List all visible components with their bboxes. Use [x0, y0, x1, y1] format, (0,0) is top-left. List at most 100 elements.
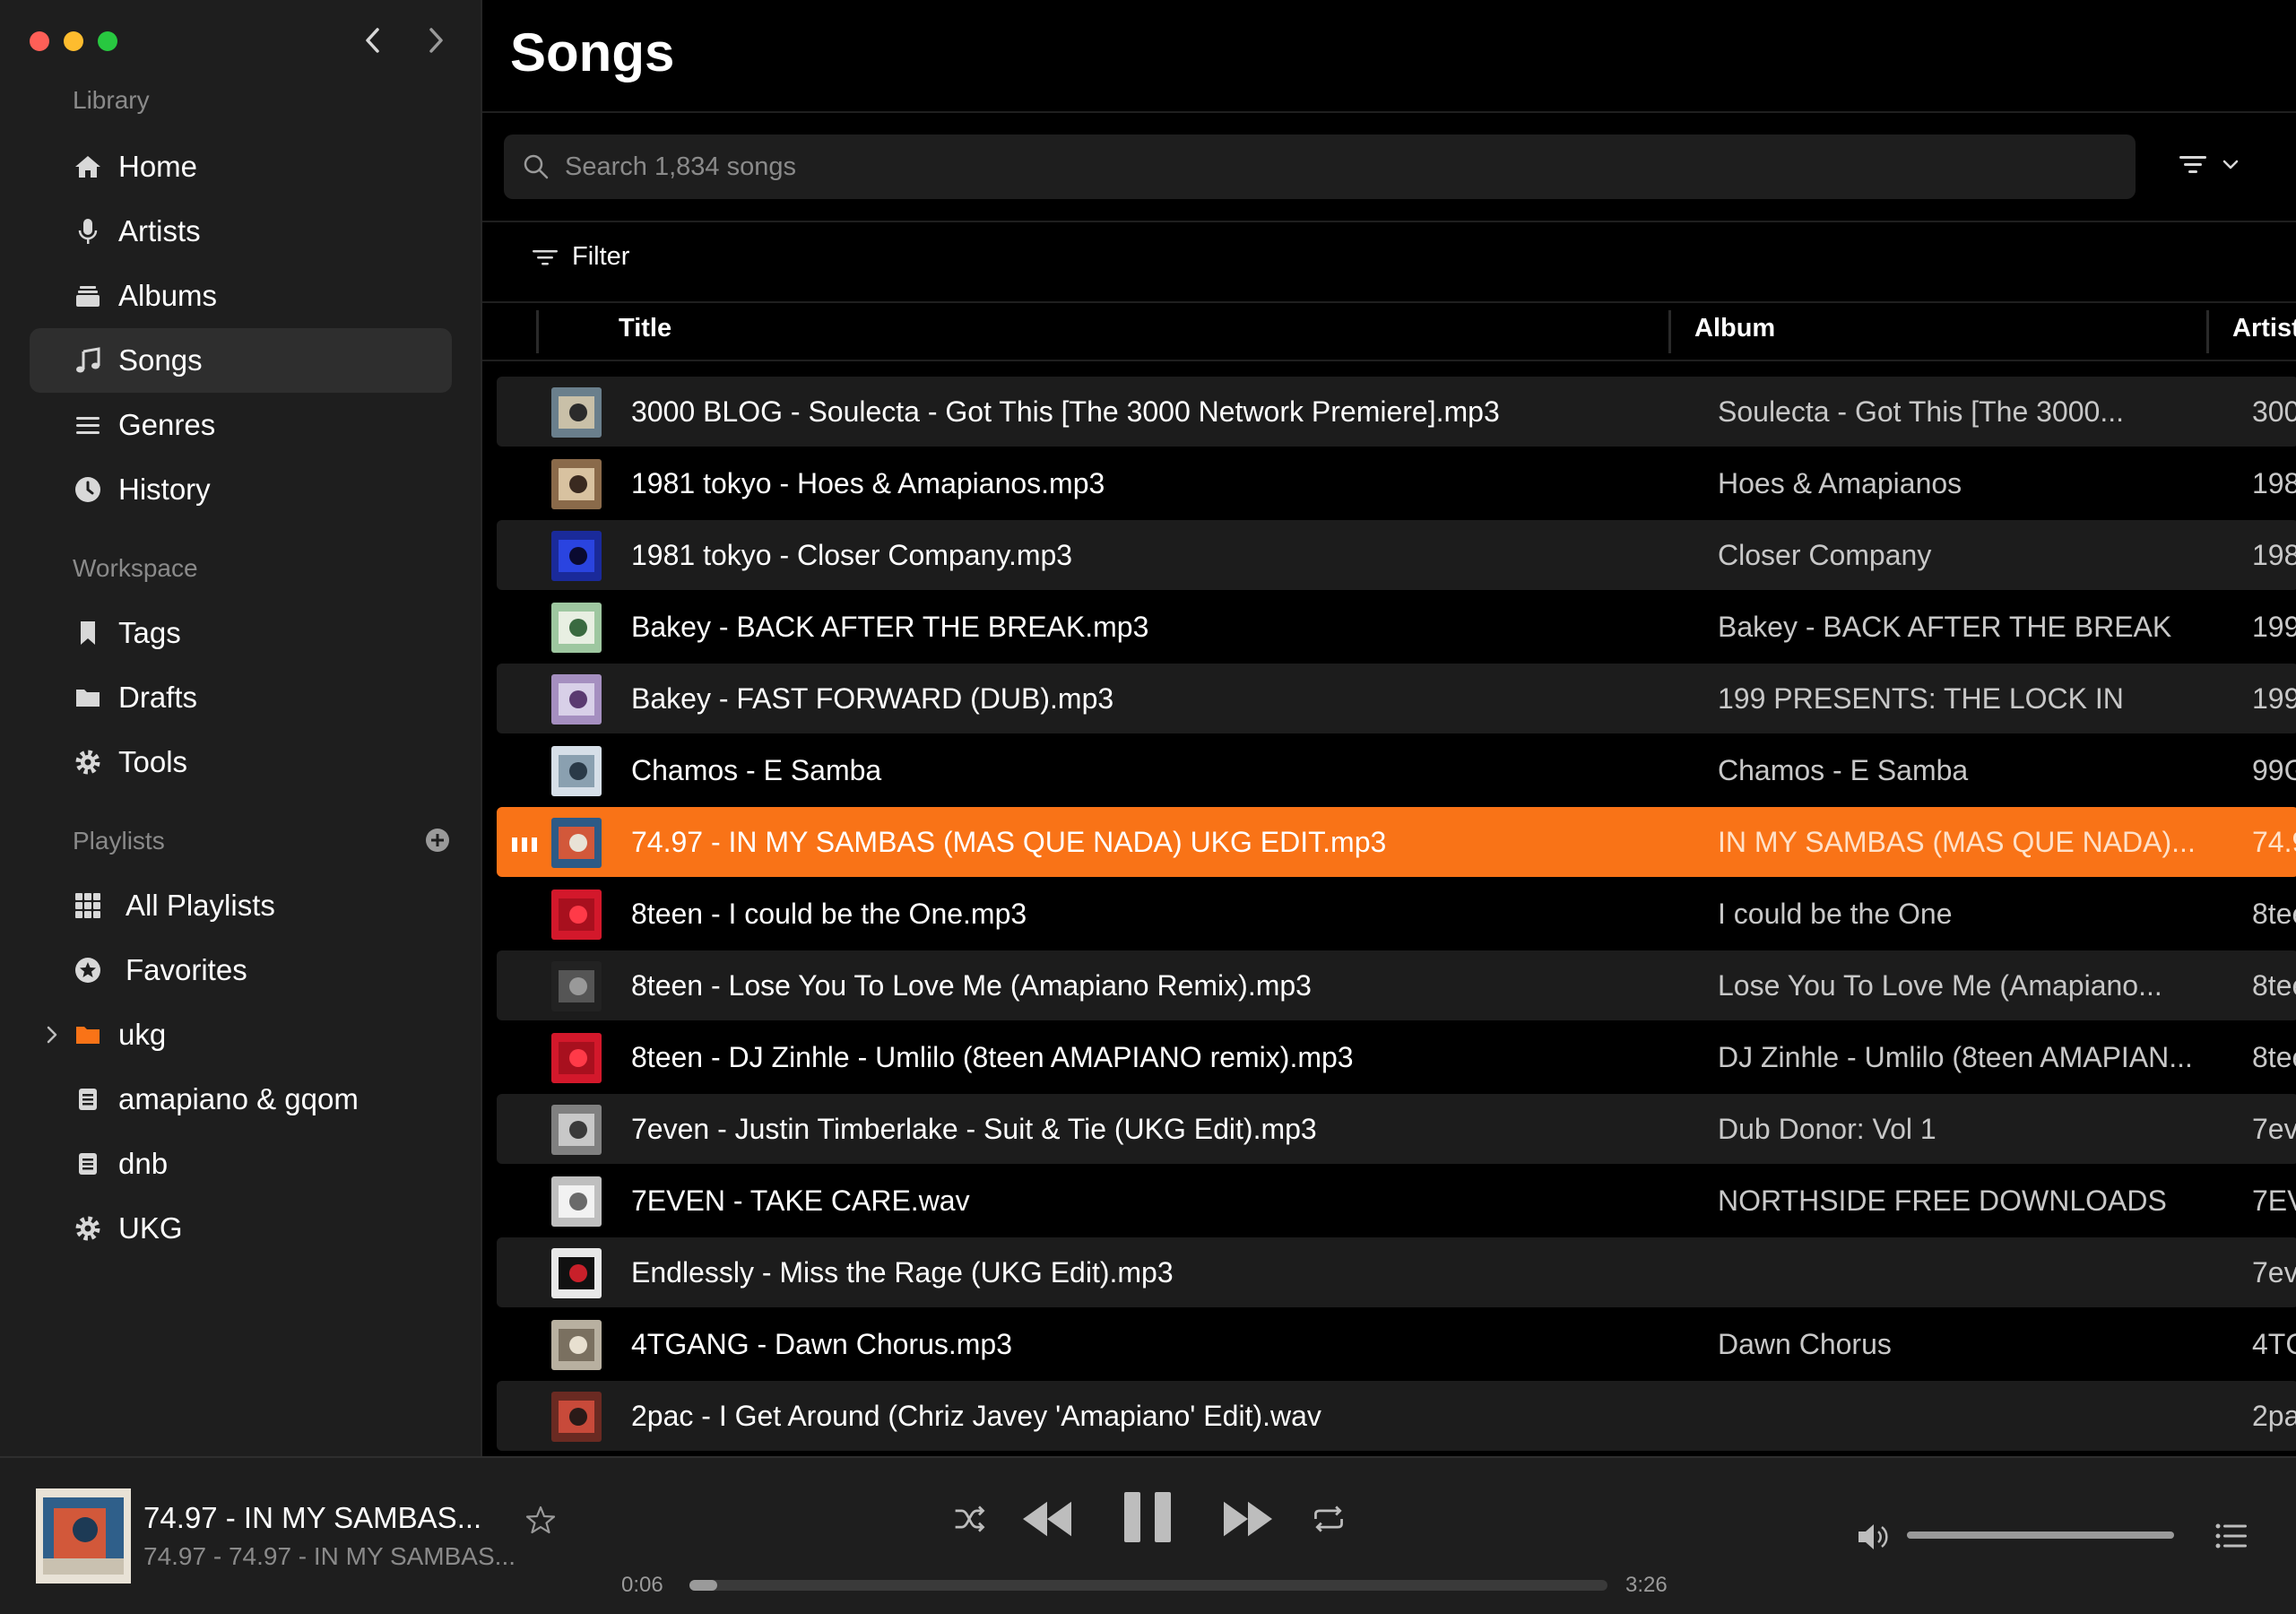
- sidebar-item-home[interactable]: Home: [30, 134, 452, 199]
- cell-artist: 8tee: [2252, 897, 2296, 930]
- pause-button[interactable]: [1122, 1490, 1173, 1544]
- elapsed-time: 0:06: [621, 1573, 663, 1597]
- table-row[interactable]: 8teen - DJ Zinhle - Umlilo (8teen AMAPIA…: [497, 1022, 2296, 1092]
- cell-artist: 3000: [2252, 395, 2296, 428]
- divider: [482, 360, 2296, 361]
- table-row[interactable]: 2pac - I Get Around (Chriz Javey 'Amapia…: [497, 1381, 2296, 1451]
- table-row[interactable]: Endlessly - Miss the Rage (UKG Edit).mp3…: [497, 1237, 2296, 1307]
- table-row[interactable]: Chamos - E Samba Chamos - E Samba 99G: [497, 735, 2296, 805]
- songs-view: Songs Filter Title Album Artist 3000 BLO…: [482, 0, 2296, 1456]
- sidebar-item-label: UKG: [118, 1211, 183, 1245]
- volume-icon[interactable]: [1856, 1521, 1892, 1553]
- cell-album: Bakey - BACK AFTER THE BREAK: [1718, 610, 2172, 643]
- sidebar-item-genres[interactable]: Genres: [30, 393, 452, 457]
- sidebar-item-label: Drafts: [118, 681, 198, 714]
- sidebar-item-label: All Playlists: [126, 889, 275, 922]
- sidebar-item-label: Tools: [118, 745, 188, 778]
- zoom-window-button[interactable]: [98, 31, 117, 51]
- folder-icon: [72, 1019, 104, 1051]
- sidebar-item-artists[interactable]: Artists: [30, 199, 452, 264]
- sidebar-item-all-playlists[interactable]: All Playlists: [30, 873, 452, 938]
- sidebar-item-tools[interactable]: Tools: [30, 730, 452, 794]
- cell-title: 74.97 - IN MY SAMBAS (MAS QUE NADA) UKG …: [631, 825, 1387, 858]
- cell-artist: 2pac: [2252, 1399, 2296, 1432]
- sidebar-item-label: Tags: [118, 616, 181, 649]
- section-playlists-label: Playlists: [73, 827, 165, 855]
- sidebar-item-albums[interactable]: Albums: [30, 264, 452, 328]
- sidebar-item-label: amapiano & gqom: [118, 1082, 359, 1115]
- cell-album: Hoes & Amapianos: [1718, 466, 1962, 499]
- column-header-album[interactable]: Album: [1694, 314, 1775, 343]
- close-window-button[interactable]: [30, 31, 49, 51]
- cell-title: 1981 tokyo - Hoes & Amapianos.mp3: [631, 466, 1105, 499]
- sidebar-item-songs[interactable]: Songs: [30, 328, 452, 393]
- sidebar-item-dnb[interactable]: dnb: [30, 1132, 452, 1196]
- table-row[interactable]: 1981 tokyo - Closer Company.mp3 Closer Co…: [497, 520, 2296, 590]
- sort-menu-button[interactable]: [2177, 148, 2241, 180]
- pause-icon: [1124, 1492, 1171, 1542]
- cell-title: 4TGANG - Dawn Chorus.mp3: [631, 1327, 1013, 1360]
- now-playing-artwork[interactable]: [36, 1488, 131, 1584]
- table-row[interactable]: Bakey - BACK AFTER THE BREAK.mp3 Bakey - …: [497, 592, 2296, 662]
- sidebar-item-ukg-folder[interactable]: ukg: [30, 1002, 452, 1067]
- table-row[interactable]: 7even - Justin Timberlake - Suit & Tie (…: [497, 1094, 2296, 1164]
- sidebar-item-label: Artists: [118, 214, 201, 247]
- shuffle-button[interactable]: [950, 1499, 990, 1539]
- table-row[interactable]: 3000 BLOG - Soulecta - Got This [The 300…: [497, 377, 2296, 447]
- volume-slider[interactable]: [1907, 1532, 2174, 1539]
- divider: [482, 301, 2296, 303]
- cell-artist: 8tee: [2252, 1040, 2296, 1073]
- now-playing-equalizer-icon: [512, 837, 537, 852]
- sidebar-item-amapiano-gqom[interactable]: amapiano & gqom: [30, 1067, 452, 1132]
- album-artwork: [551, 603, 602, 653]
- search-field[interactable]: [504, 134, 2136, 199]
- cell-title: 8teen - Lose You To Love Me (Amapiano Re…: [631, 968, 1312, 1002]
- sidebar-item-ukg-smart[interactable]: UKG: [30, 1196, 452, 1261]
- next-button[interactable]: [1219, 1494, 1277, 1544]
- total-duration: 3:26: [1625, 1573, 1668, 1597]
- cell-album: Chamos - E Samba: [1718, 753, 1969, 786]
- table-row[interactable]: 8teen - Lose You To Love Me (Amapiano Re…: [497, 950, 2296, 1020]
- table-row[interactable]: 1981 tokyo - Hoes & Amapianos.mp3 Hoes & …: [497, 448, 2296, 518]
- queue-list-icon[interactable]: [2214, 1519, 2248, 1553]
- column-separator[interactable]: [1668, 310, 1671, 353]
- cell-title: 7EVEN - TAKE CARE.wav: [631, 1184, 970, 1217]
- music-note-icon: [72, 344, 104, 377]
- cell-artist: 7eve: [2252, 1255, 2296, 1289]
- column-separator[interactable]: [536, 310, 539, 353]
- table-row[interactable]: 7EVEN - TAKE CARE.wav NORTHSIDE FREE DOWN…: [497, 1166, 2296, 1236]
- filter-button[interactable]: Filter: [531, 242, 629, 272]
- table-row[interactable]: 4TGANG - Dawn Chorus.mp3 Dawn Chorus 4TG: [497, 1309, 2296, 1379]
- cell-artist: 7EVE: [2252, 1184, 2296, 1217]
- folder-icon: [72, 681, 104, 714]
- search-input[interactable]: [563, 151, 2091, 183]
- filter-icon: [533, 249, 558, 265]
- minimize-window-button[interactable]: [64, 31, 83, 51]
- star-icon[interactable]: [525, 1505, 556, 1535]
- add-playlist-icon[interactable]: [423, 826, 452, 855]
- sidebar-item-history[interactable]: History: [30, 457, 452, 522]
- sidebar-item-drafts[interactable]: Drafts: [30, 665, 452, 730]
- table-row-now-playing[interactable]: 74.97 - IN MY SAMBAS (MAS QUE NADA) UKG …: [497, 807, 2296, 877]
- sidebar-item-favorites[interactable]: Favorites: [30, 938, 452, 1002]
- column-header-title[interactable]: Title: [619, 314, 671, 343]
- cell-album: Closer Company: [1718, 538, 1932, 571]
- table-row[interactable]: 8teen - I could be the One.mp3 I could be…: [497, 879, 2296, 949]
- chevron-left-icon[interactable]: [354, 18, 392, 63]
- sidebar-item-tags[interactable]: Tags: [30, 601, 452, 665]
- cell-artist: 1981: [2252, 466, 2296, 499]
- next-icon: [1224, 1501, 1272, 1537]
- chevron-right-icon[interactable]: [417, 18, 455, 63]
- section-library-label: Library: [73, 86, 150, 114]
- cell-title: 8teen - I could be the One.mp3: [631, 897, 1027, 930]
- repeat-button[interactable]: [1309, 1499, 1348, 1539]
- column-separator[interactable]: [2206, 310, 2209, 353]
- sidebar-item-label: ukg: [118, 1018, 167, 1051]
- cell-artist: 74.9: [2252, 825, 2296, 858]
- column-header-artist[interactable]: Artist: [2232, 314, 2296, 343]
- previous-button[interactable]: [1018, 1494, 1076, 1544]
- sidebar: Library Home Artists Albums Songs Genres…: [0, 0, 482, 1456]
- table-row[interactable]: Bakey - FAST FORWARD (DUB).mp3 199 PRESEN…: [497, 664, 2296, 733]
- album-artwork: [551, 1033, 602, 1083]
- progress-bar[interactable]: [689, 1580, 1607, 1591]
